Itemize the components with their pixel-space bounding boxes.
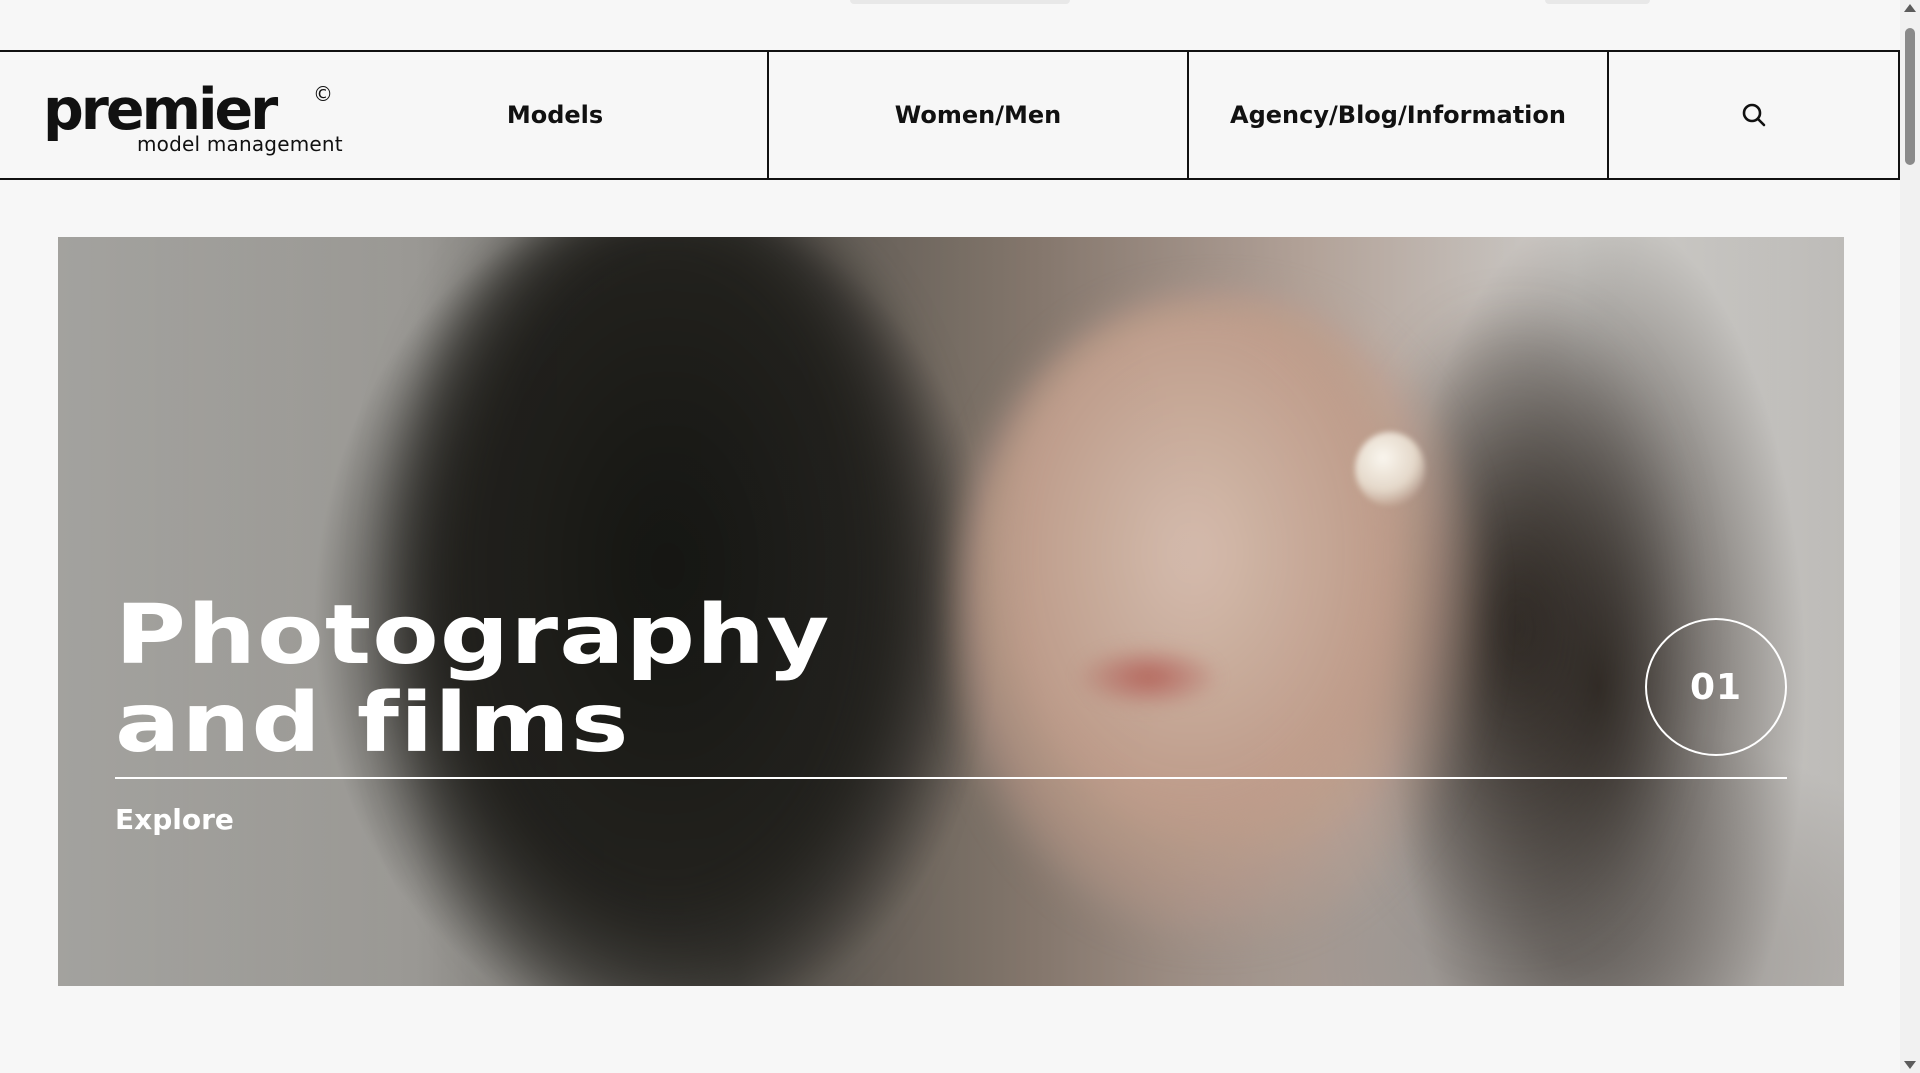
scroll-down-arrow-icon[interactable]: [1904, 1061, 1916, 1069]
nav-agency-blog-information[interactable]: Agency/Blog/Information: [1189, 52, 1609, 178]
hero-title: Photography and films: [115, 588, 831, 771]
logo[interactable]: premier © model management: [0, 52, 343, 178]
hero-divider: [115, 777, 1787, 779]
logo-subtitle: model management: [137, 132, 343, 156]
nav-label: Women/Men: [894, 101, 1062, 129]
copyright-symbol: ©: [313, 82, 333, 106]
slide-index: 01: [1689, 666, 1743, 708]
nav-women-men[interactable]: Women/Men: [769, 52, 1189, 178]
search-icon: [1742, 103, 1765, 127]
top-strip: [0, 0, 1898, 50]
scrollbar-thumb[interactable]: [1905, 28, 1915, 165]
site-header: premier © model management Models Women/…: [0, 50, 1900, 180]
slide-index-badge: 01: [1645, 618, 1787, 756]
search-button[interactable]: [1609, 52, 1900, 178]
nav-label: Agency/Blog/Information: [1230, 101, 1566, 129]
top-indicator: [1545, 0, 1650, 4]
explore-link[interactable]: Explore: [115, 803, 234, 836]
top-indicator: [850, 0, 1070, 4]
hero-banner[interactable]: Photography and films 01 Explore: [58, 237, 1844, 986]
page: premier © model management Models Women/…: [0, 0, 1920, 1073]
nav-label: Models: [506, 101, 604, 129]
scrollbar[interactable]: [1900, 0, 1920, 1073]
scroll-up-arrow-icon[interactable]: [1904, 4, 1916, 12]
logo-wordmark: premier: [43, 77, 278, 143]
nav-models[interactable]: Models: [343, 52, 769, 178]
